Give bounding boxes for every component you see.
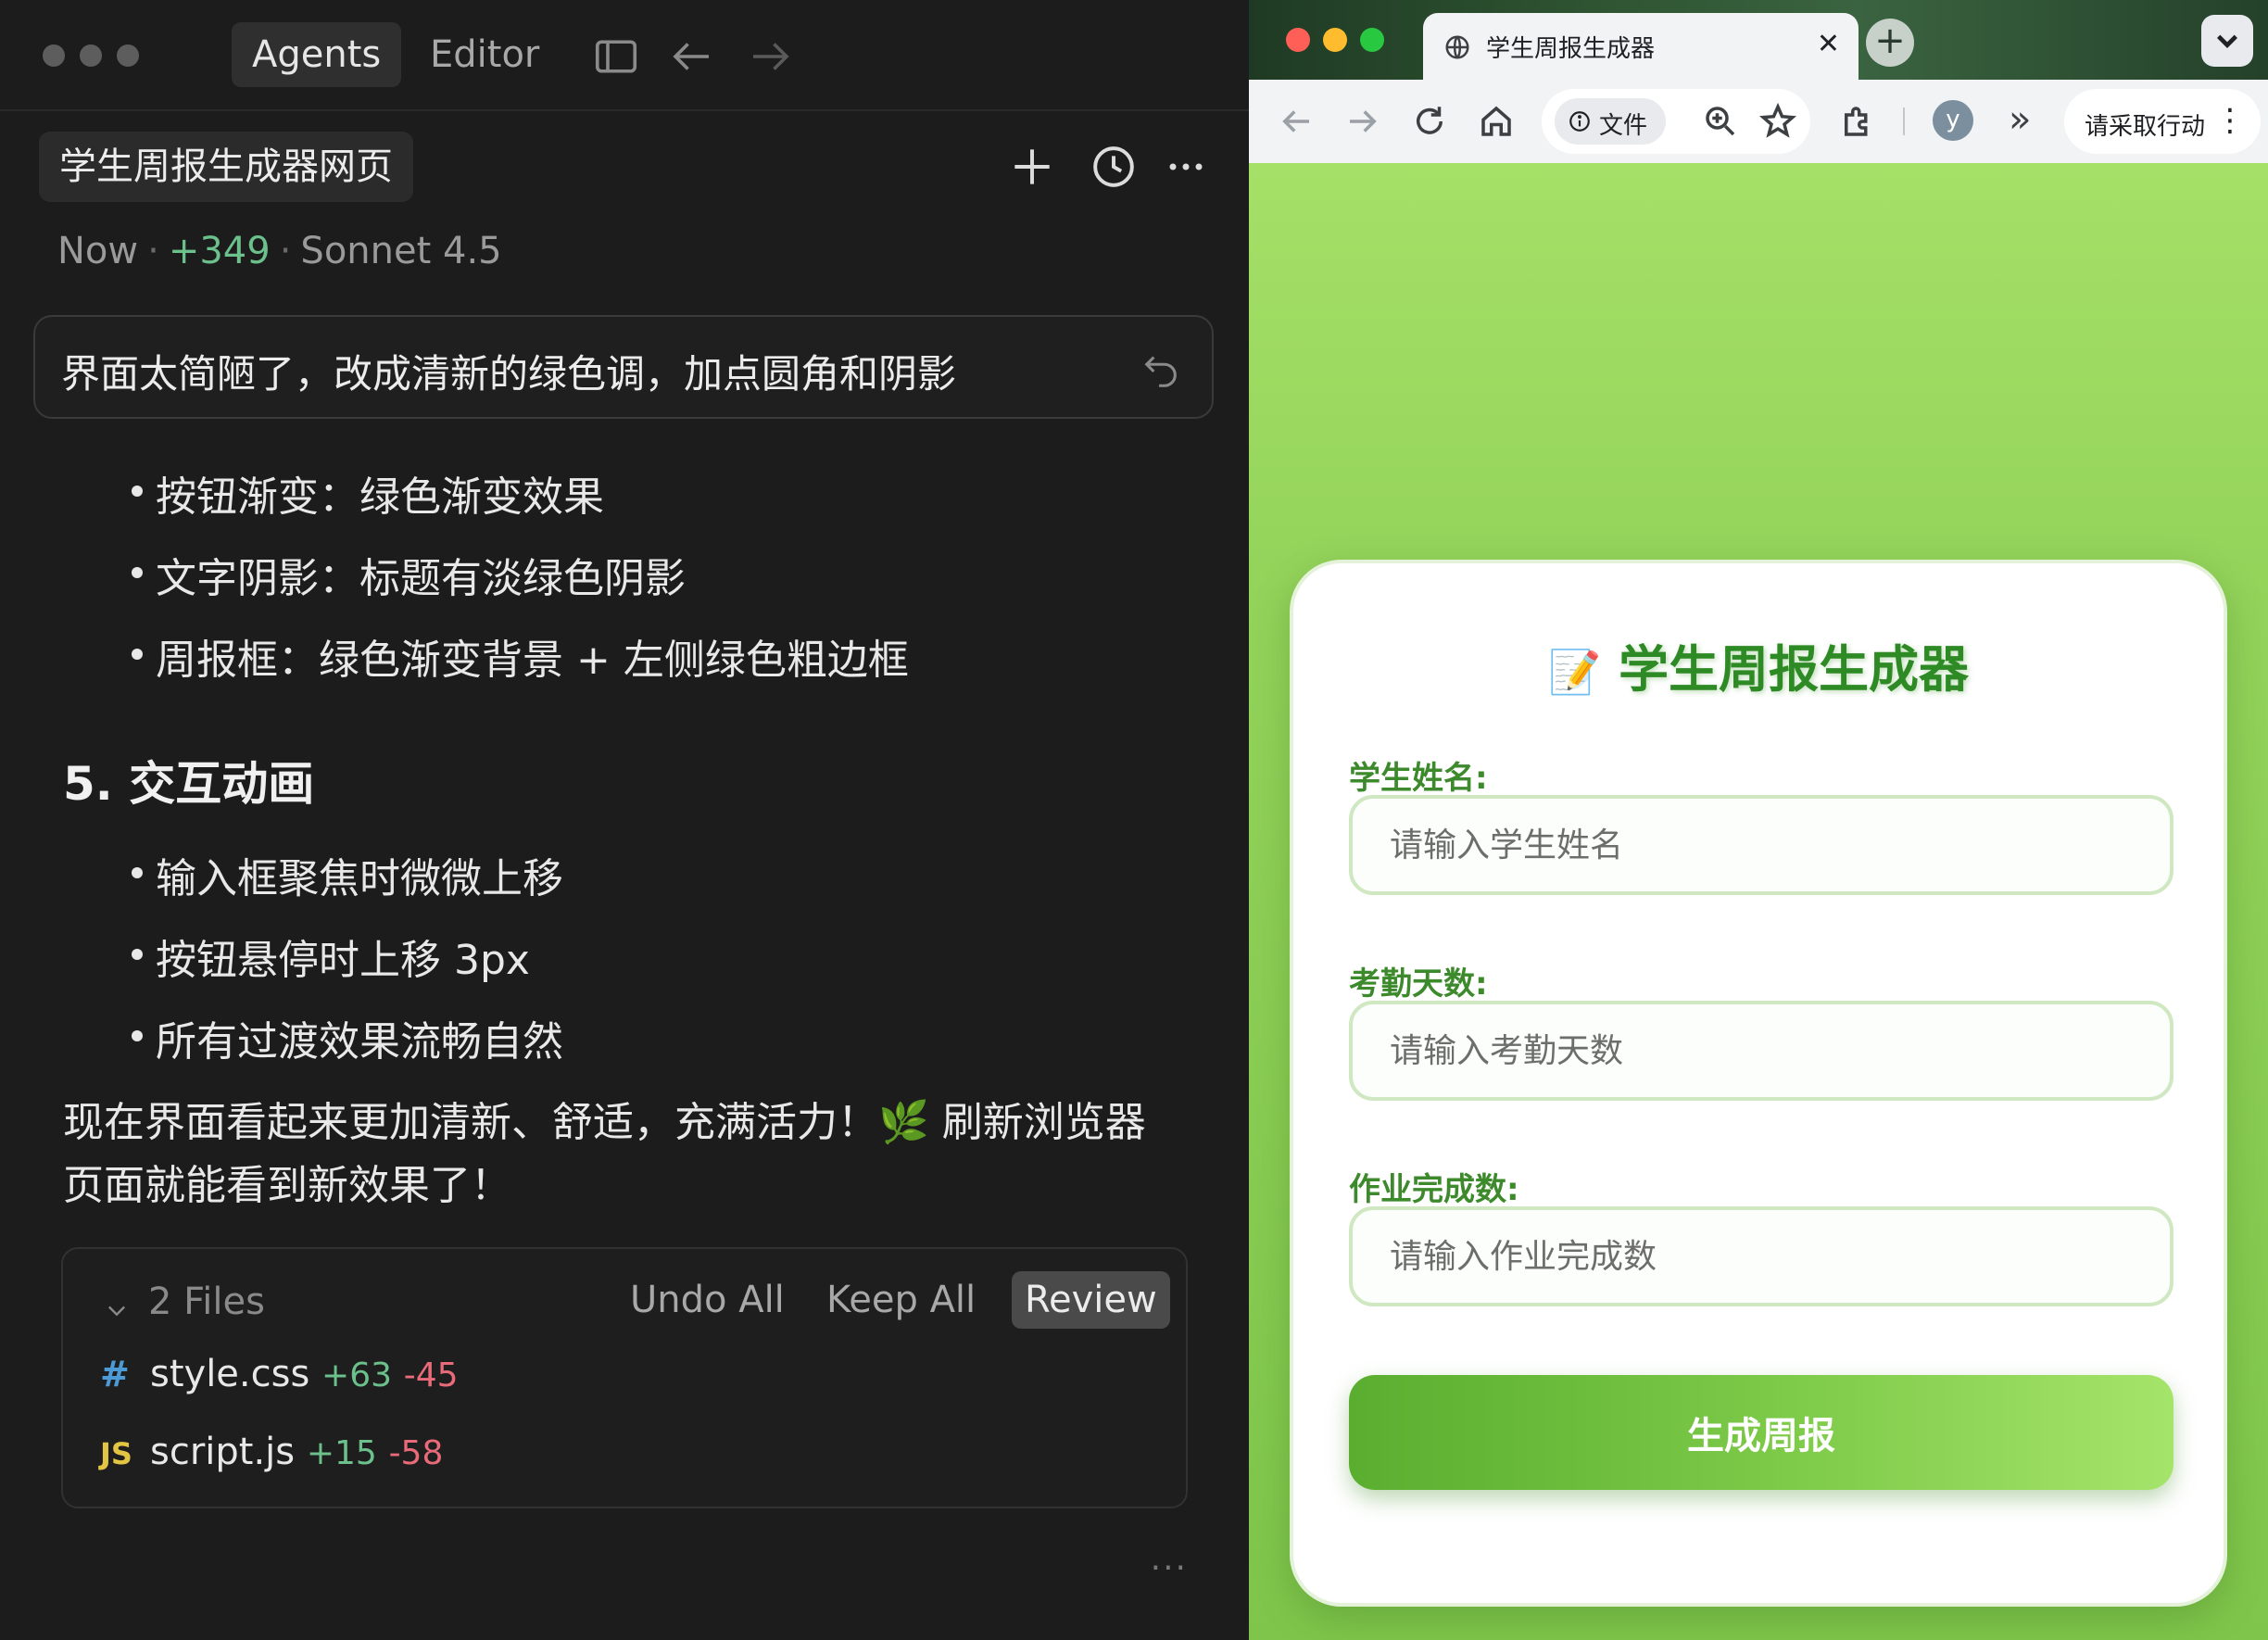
page-title-text: 学生周报生成器 (1619, 640, 1970, 699)
homework-label: 作业完成数: (1349, 1171, 1519, 1208)
forward-arrow-icon[interactable] (1343, 102, 1382, 141)
user-prompt[interactable]: 界面太简陋了，改成清新的绿色调，加点圆角和阴影 (33, 315, 1214, 419)
summary-line-2: 页面就能看到新效果了！ (63, 1162, 511, 1209)
history-clock-icon[interactable] (1088, 141, 1140, 193)
meta-time: Now (57, 230, 139, 272)
file-name: style.css (150, 1353, 310, 1395)
list-item: 输入框聚焦时微微上移 (132, 845, 563, 904)
browser-zoom-dot[interactable] (1360, 28, 1384, 52)
window-close-dot[interactable] (43, 44, 65, 67)
overflow-chevrons-icon[interactable]: » (2009, 98, 2031, 141)
kebab-menu-icon[interactable]: ⋮ (2214, 100, 2246, 141)
chevron-down-icon[interactable] (104, 1297, 130, 1323)
web-page: 📝 学生周报生成器 学生姓名: 考勤天数: 作业完成数: 生成周报 (1249, 163, 2268, 1640)
tab-agents[interactable]: Agents (232, 22, 402, 87)
list-item: 按钮悬停时上移 3px (132, 927, 530, 986)
meta-model: Sonnet 4.5 (300, 230, 502, 272)
list-item: 按钮渐变：绿色渐变效果 (132, 463, 604, 523)
generate-report-button[interactable]: 生成周报 (1349, 1375, 2174, 1490)
student-name-input[interactable] (1349, 795, 2174, 895)
revert-icon[interactable] (1140, 348, 1182, 391)
file-row-script-js[interactable]: JS script.js +15 -58 (100, 1431, 443, 1473)
back-arrow-icon[interactable] (667, 32, 717, 82)
student-name-label: 学生姓名: (1349, 760, 1488, 797)
list-item: 周报框：绿色渐变背景 + 左侧绿色粗边框 (132, 626, 909, 686)
memo-icon: 📝 (1547, 647, 1602, 697)
sidebar-toggle-icon[interactable] (591, 32, 641, 82)
site-info-label: 文件 (1599, 112, 1648, 140)
lines-removed: -45 (403, 1356, 459, 1394)
window-minimize-dot[interactable] (80, 44, 102, 67)
home-icon[interactable] (1477, 102, 1516, 141)
files-count[interactable]: 2 Files (148, 1280, 265, 1323)
browser-tab-strip: 学生周报生成器 ✕ + (1249, 0, 2268, 80)
browser-minimize-dot[interactable] (1323, 28, 1347, 52)
toolbar-divider (1903, 107, 1905, 135)
chat-meta: Now · +349 · Sonnet 4.5 (57, 230, 502, 272)
meta-diff: +349 (168, 230, 271, 272)
lines-added: +15 (306, 1434, 377, 1472)
forward-arrow-icon[interactable] (745, 32, 795, 82)
file-row-style-css[interactable]: # style.css +63 -45 (100, 1353, 459, 1395)
attendance-input[interactable] (1349, 1001, 2174, 1101)
agent-topbar: Agents Editor (0, 0, 1249, 111)
site-info-chip[interactable]: 文件 (1555, 98, 1666, 145)
plus-icon[interactable] (1006, 141, 1058, 193)
window-zoom-dot[interactable] (117, 44, 139, 67)
css-file-icon: # (100, 1354, 130, 1394)
globe-icon (1445, 35, 1469, 59)
more-horizontal-icon[interactable] (1160, 141, 1212, 193)
bookmark-star-icon[interactable] (1758, 102, 1797, 141)
page-title: 📝 学生周报生成器 (1293, 628, 2224, 701)
undo-all-button[interactable]: Undo All (617, 1271, 798, 1329)
tab-title: 学生周报生成器 (1486, 35, 1656, 63)
tab-search-button[interactable] (2201, 15, 2253, 67)
tab-editor[interactable]: Editor (410, 22, 560, 87)
review-button[interactable]: Review (1012, 1271, 1170, 1329)
browser-tab[interactable]: 学生周报生成器 ✕ (1423, 13, 1858, 80)
lines-added: +63 (321, 1356, 393, 1394)
list-item: 文字阴影：标题有淡绿色阴影 (132, 545, 686, 604)
lines-removed: -58 (388, 1434, 444, 1472)
list-item: 所有过渡效果流畅自然 (132, 1008, 563, 1067)
chat-title[interactable]: 学生周报生成器网页 (39, 132, 413, 202)
profile-avatar[interactable]: y (1933, 100, 1973, 141)
info-icon (1569, 111, 1590, 132)
js-file-icon: JS (100, 1436, 132, 1471)
keep-all-button[interactable]: Keep All (813, 1271, 989, 1329)
more-options[interactable]: ··· (1151, 1549, 1188, 1587)
action-chip[interactable]: 请采取行动 ⋮ (2064, 89, 2261, 154)
homework-input[interactable] (1349, 1206, 2174, 1306)
user-prompt-text: 界面太简陋了，改成清新的绿色调，加点圆角和阴影 (61, 351, 957, 397)
chevron-down-icon (2217, 34, 2237, 48)
new-tab-button[interactable]: + (1866, 19, 1914, 67)
action-chip-label: 请采取行动 (2085, 113, 2206, 141)
changed-files-panel: 2 Files Undo All Keep All Review # style.… (61, 1247, 1188, 1508)
tab-close-icon[interactable]: ✕ (1817, 28, 1840, 60)
browser-close-dot[interactable] (1286, 28, 1310, 52)
attendance-label: 考勤天数: (1349, 965, 1488, 1003)
back-arrow-icon[interactable] (1277, 102, 1316, 141)
agent-panel: Agents Editor 学生周报生成器网页 Now · +349 · Sonnet … (0, 0, 1249, 1640)
address-bar[interactable]: 文件 (1542, 89, 1810, 154)
extensions-puzzle-icon[interactable] (1838, 102, 1877, 141)
summary-line-1: 现在界面看起来更加清新、舒适，充满活力！🌿 刷新浏览器 (63, 1099, 1146, 1146)
reload-icon[interactable] (1410, 102, 1449, 141)
browser-toolbar: 文件 y » 请采取行动 ⋮ (1249, 80, 2268, 163)
browser-window: 学生周报生成器 ✕ + 文件 y » 请采取行动 ⋮ 📝 学生周报生成器 学生姓… (1249, 0, 2268, 1640)
file-name: script.js (150, 1431, 296, 1473)
zoom-icon[interactable] (1701, 102, 1740, 141)
report-form-card: 📝 学生周报生成器 学生姓名: 考勤天数: 作业完成数: 生成周报 (1290, 560, 2227, 1607)
section-heading: 5. 交互动画 (63, 757, 315, 811)
